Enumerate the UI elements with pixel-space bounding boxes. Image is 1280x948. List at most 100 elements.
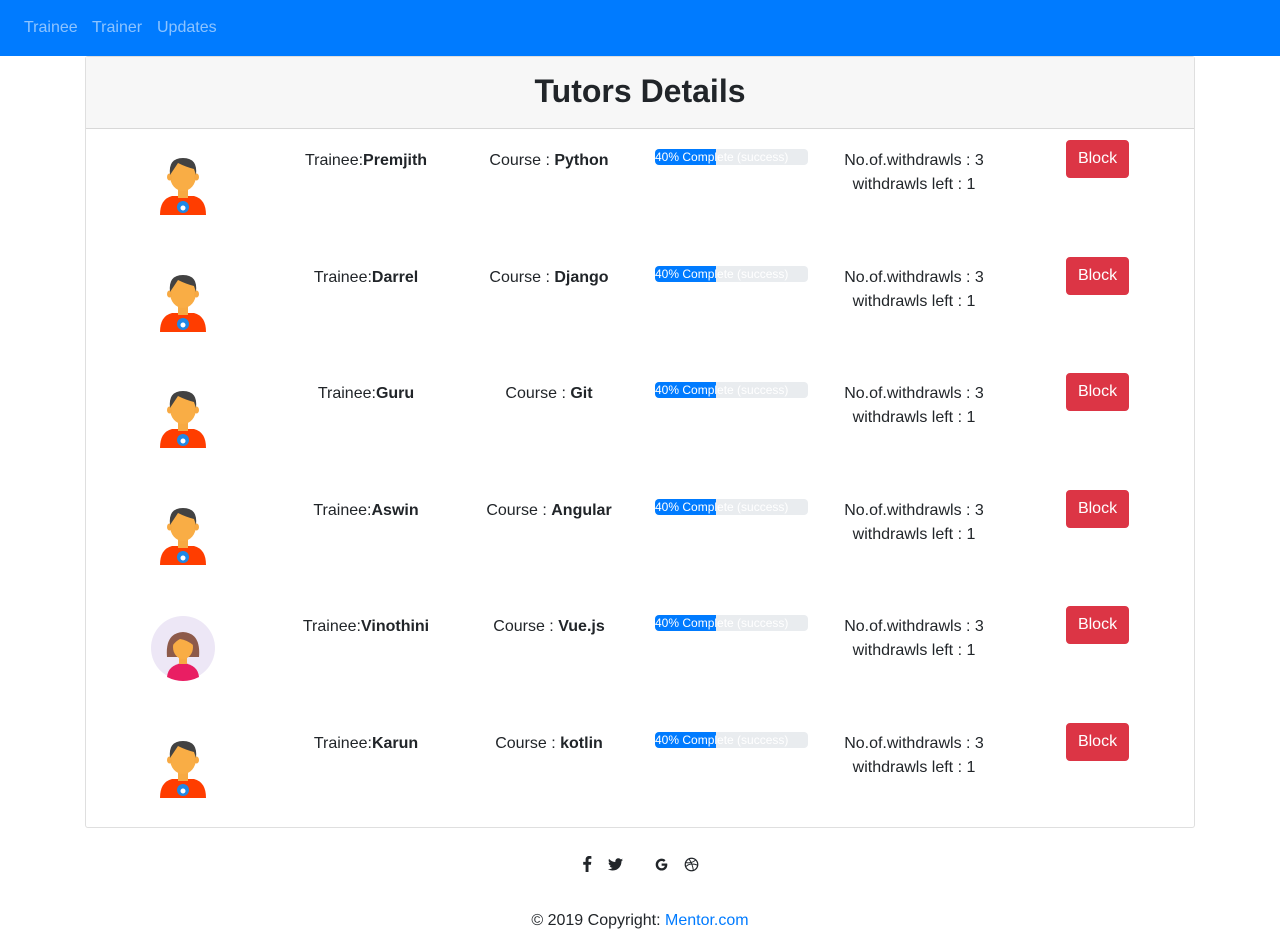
copyright-text: © 2019 Copyright: <box>531 912 666 929</box>
trainee-name: Trainee:Guru <box>266 382 466 406</box>
progress-text: 40% Complete (success) <box>655 616 789 630</box>
nav-link-trainer[interactable]: Trainer <box>92 18 142 38</box>
withdrawals-info: No.of.withdrawls : 3 withdrawls left : 1 <box>814 382 1014 430</box>
progress-fill: 40% Complete (success) <box>655 732 788 748</box>
block-button[interactable]: Block <box>1066 723 1129 761</box>
block-button[interactable]: Block <box>1066 257 1129 295</box>
google-icon[interactable] <box>652 855 670 873</box>
withdrawals-count: No.of.withdrawls : 3 <box>844 269 984 286</box>
male-avatar-icon <box>150 382 216 448</box>
dribbble-icon[interactable] <box>682 855 700 873</box>
male-avatar-icon <box>150 149 216 215</box>
course-value: kotlin <box>560 735 603 752</box>
trainee-label: Trainee: <box>313 735 372 752</box>
trainee-name: Trainee:Vinothini <box>266 615 466 639</box>
progress-fill: 40% Complete (success) <box>655 499 788 515</box>
trainee-row: Trainee:Premjith Course : Python 40% Compl… <box>86 140 1194 266</box>
trainee-name-value: Aswin <box>371 502 419 519</box>
progress-text: 40% Complete (success) <box>655 733 789 747</box>
progress-fill: 40% Complete (success) <box>655 266 788 282</box>
course: Course : Python <box>449 149 649 173</box>
withdrawals-info: No.of.withdrawls : 3 withdrawls left : 1 <box>814 149 1014 197</box>
progress-fill: 40% Complete (success) <box>655 615 788 631</box>
twitter-icon[interactable] <box>606 855 624 873</box>
course-value: Django <box>554 269 609 286</box>
trainee-name: Trainee:Aswin <box>266 499 466 523</box>
withdrawals-count: No.of.withdrawls : 3 <box>844 385 984 402</box>
nav-link-updates[interactable]: Updates <box>157 18 217 38</box>
male-avatar-icon <box>150 266 216 332</box>
withdrawals-left: withdrawls left : 1 <box>852 526 976 543</box>
progress-bar: 40% Complete (success) <box>655 499 808 515</box>
progress-text: 40% Complete (success) <box>655 267 789 281</box>
trainee-name-value: Guru <box>375 385 415 402</box>
withdrawals-left: withdrawls left : 1 <box>852 642 976 659</box>
block-button[interactable]: Block <box>1066 606 1129 644</box>
course-label: Course : <box>489 152 555 169</box>
female-avatar-icon <box>150 615 216 681</box>
withdrawals-info: No.of.withdrawls : 3 withdrawls left : 1 <box>814 499 1014 547</box>
course-label: Course : <box>493 618 559 635</box>
block-button[interactable]: Block <box>1066 490 1129 528</box>
withdrawals-left: withdrawls left : 1 <box>852 293 976 310</box>
male-avatar-icon <box>150 499 216 565</box>
trainee-label: Trainee: <box>317 385 376 402</box>
page-title: Tutors Details <box>534 73 746 109</box>
block-button[interactable]: Block <box>1066 373 1129 411</box>
trainee-row: Trainee:Guru Course : Git 40% Complete (su… <box>86 373 1194 499</box>
withdrawals-count: No.of.withdrawls : 3 <box>844 502 984 519</box>
withdrawals-left: withdrawls left : 1 <box>852 176 976 193</box>
progress-fill: 40% Complete (success) <box>655 149 788 165</box>
trainee-label: Trainee: <box>304 152 364 169</box>
footer-copyright: © 2019 Copyright: Mentor.com <box>0 911 1280 931</box>
trainee-name-value: Vinothini <box>360 618 430 635</box>
withdrawals-count: No.of.withdrawls : 3 <box>844 152 984 169</box>
card-header: Tutors Details <box>86 57 1194 129</box>
withdrawals-info: No.of.withdrawls : 3 withdrawls left : 1 <box>814 732 1014 780</box>
progress-bar: 40% Complete (success) <box>655 266 808 282</box>
trainee-name-value: Premjith <box>363 152 428 169</box>
course-label: Course : <box>505 385 571 402</box>
progress-bar: 40% Complete (success) <box>655 615 808 631</box>
course-value: Git <box>570 385 593 402</box>
progress-bar: 40% Complete (success) <box>655 382 808 398</box>
withdrawals-info: No.of.withdrawls : 3 withdrawls left : 1 <box>814 266 1014 314</box>
trainee-row: Trainee:Aswin Course : Angular 40% Complet… <box>86 490 1194 616</box>
trainee-row: Trainee:Karun Course : kotlin 40% Complete… <box>86 723 1194 849</box>
course: Course : Django <box>449 266 649 290</box>
trainee-name-value: Karun <box>371 735 419 752</box>
course-value: Angular <box>551 502 612 519</box>
withdrawals-info: No.of.withdrawls : 3 withdrawls left : 1 <box>814 615 1014 663</box>
course-label: Course : <box>489 269 555 286</box>
progress-text: 40% Complete (success) <box>655 150 789 164</box>
course-value: Vue.js <box>558 618 605 635</box>
mentor-link[interactable]: Mentor.com <box>665 912 749 929</box>
top-navbar: Trainee Trainer Updates <box>0 0 1280 56</box>
progress-bar: 40% Complete (success) <box>655 732 808 748</box>
block-button[interactable]: Block <box>1066 140 1129 178</box>
course: Course : Git <box>449 382 649 406</box>
course-value: Python <box>554 152 609 169</box>
facebook-icon[interactable] <box>580 855 594 873</box>
course-label: Course : <box>495 735 561 752</box>
course: Course : Angular <box>449 499 649 523</box>
progress-text: 40% Complete (success) <box>655 383 789 397</box>
trainee-name-value: Darrel <box>371 269 419 286</box>
progress-bar: 40% Complete (success) <box>655 149 808 165</box>
course: Course : Vue.js <box>449 615 649 639</box>
trainee-name: Trainee:Darrel <box>266 266 466 290</box>
trainee-name: Trainee:Premjith <box>266 149 466 173</box>
trainee-name: Trainee:Karun <box>266 732 466 756</box>
course-label: Course : <box>486 502 552 519</box>
withdrawals-count: No.of.withdrawls : 3 <box>844 735 984 752</box>
trainee-label: Trainee: <box>302 618 361 635</box>
male-avatar-icon <box>150 732 216 798</box>
nav-link-trainee[interactable]: Trainee <box>24 18 78 38</box>
course: Course : kotlin <box>449 732 649 756</box>
withdrawals-left: withdrawls left : 1 <box>852 759 976 776</box>
progress-fill: 40% Complete (success) <box>655 382 788 398</box>
trainee-label: Trainee: <box>313 269 372 286</box>
trainee-row: Trainee:Vinothini Course : Vue.js 40% Comp… <box>86 606 1194 732</box>
trainee-label: Trainee: <box>313 502 372 519</box>
withdrawals-left: withdrawls left : 1 <box>852 409 976 426</box>
